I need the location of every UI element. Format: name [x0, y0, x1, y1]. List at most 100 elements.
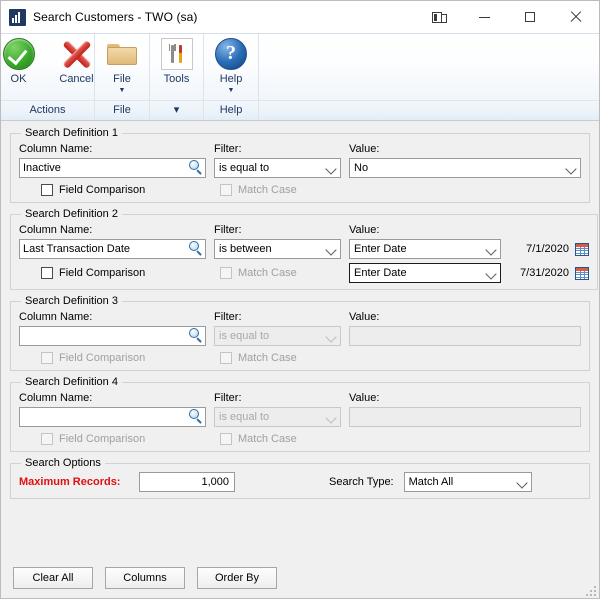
ribbon-group-label-actions: Actions — [1, 100, 94, 120]
search-definition-3: Search Definition 3 Column Name: Filter:… — [10, 295, 590, 371]
title-bar: Search Customers - TWO (sa) — [1, 1, 599, 33]
column-name-lookup-1[interactable] — [19, 158, 206, 178]
column-name-input-1[interactable] — [19, 158, 206, 178]
order-by-button[interactable]: Order By — [197, 567, 277, 589]
green-check-icon — [2, 38, 35, 70]
column-name-label-1: Column Name: — [19, 143, 93, 155]
value-date-select-2-to-value: Enter Date — [354, 267, 407, 279]
search-options-group: Search Options Maximum Records: Search T… — [10, 457, 590, 499]
search-definition-2-legend: Search Definition 2 — [25, 208, 118, 220]
checkbox-box — [41, 184, 53, 196]
value-label-4: Value: — [349, 392, 380, 404]
search-definition-4-legend: Search Definition 4 — [25, 376, 118, 388]
filter-label-2: Filter: — [214, 224, 242, 236]
field-comparison-label-1: Field Comparison — [59, 184, 146, 196]
chevron-down-icon — [325, 244, 337, 256]
layout-icon — [431, 11, 447, 23]
chevron-down-icon — [325, 331, 337, 343]
value-date-select-2-from[interactable]: Enter Date — [349, 239, 501, 259]
column-name-lookup-3[interactable] — [19, 326, 206, 346]
filter-label-3: Filter: — [214, 311, 242, 323]
value-input-3 — [349, 326, 581, 346]
match-case-checkbox-2: Match Case — [214, 267, 341, 279]
help-button-label: Help — [219, 73, 243, 85]
help-dropdown-arrow-icon[interactable]: ▼ — [228, 87, 235, 94]
field-comparison-checkbox-4: Field Comparison — [19, 433, 206, 445]
cancel-button-label: Cancel — [59, 73, 94, 85]
match-case-label-2: Match Case — [238, 267, 297, 279]
maximum-records-input[interactable] — [139, 472, 235, 492]
clear-all-button[interactable]: Clear All — [13, 567, 93, 589]
search-options-legend: Search Options — [25, 457, 101, 469]
column-name-lookup-2[interactable] — [19, 239, 206, 259]
checkbox-box — [220, 433, 232, 445]
match-case-checkbox-3: Match Case — [214, 352, 341, 364]
red-x-icon — [61, 38, 93, 70]
ribbon-group-label-tools[interactable]: ▾ — [150, 100, 203, 120]
maximum-records-label: Maximum Records: — [19, 476, 121, 488]
ok-button[interactable]: OK — [0, 38, 48, 85]
match-case-label-3: Match Case — [238, 352, 297, 364]
column-name-input-3[interactable] — [19, 326, 206, 346]
file-button[interactable]: File ▼ — [93, 38, 151, 94]
search-type-label: Search Type: — [329, 476, 394, 488]
search-definition-2: Search Definition 2 Column Name: Filter:… — [10, 208, 598, 290]
calendar-icon[interactable] — [575, 266, 589, 280]
column-name-input-2[interactable] — [19, 239, 206, 259]
filter-select-1[interactable]: is equal to — [214, 158, 341, 178]
checkbox-box — [41, 352, 53, 364]
ribbon-group-label-help: Help — [204, 100, 258, 120]
minimize-icon — [478, 16, 490, 18]
field-comparison-checkbox-2[interactable]: Field Comparison — [19, 267, 206, 279]
filter-select-4: is equal to — [214, 407, 341, 427]
field-comparison-checkbox-3: Field Comparison — [19, 352, 206, 364]
checkbox-box — [41, 433, 53, 445]
resize-grip[interactable] — [584, 584, 596, 596]
search-definition-1-legend: Search Definition 1 — [25, 127, 118, 139]
search-definition-3-legend: Search Definition 3 — [25, 295, 118, 307]
search-definitions-area: Search Definition 1 Column Name: Filter:… — [1, 121, 599, 558]
column-name-lookup-4[interactable] — [19, 407, 206, 427]
value-label-2: Value: — [349, 224, 380, 236]
minimize-button[interactable] — [461, 1, 507, 33]
column-name-input-4[interactable] — [19, 407, 206, 427]
file-dropdown-arrow-icon[interactable]: ▼ — [119, 87, 126, 94]
chevron-down-icon — [565, 163, 577, 175]
value-date-select-2-from-value: Enter Date — [354, 243, 407, 255]
value-input-4 — [349, 407, 581, 427]
value-date-select-2-to[interactable]: Enter Date — [349, 263, 501, 283]
filter-select-2[interactable]: is between — [214, 239, 341, 259]
close-icon — [570, 11, 582, 23]
column-name-label-2: Column Name: — [19, 224, 93, 236]
search-definition-4: Search Definition 4 Column Name: Filter:… — [10, 376, 590, 452]
field-comparison-checkbox-1[interactable]: Field Comparison — [19, 184, 206, 196]
search-type-select[interactable]: Match All — [403, 472, 532, 492]
tools-button[interactable]: Tools — [148, 38, 206, 85]
value-label-3: Value: — [349, 311, 380, 323]
layout-button[interactable] — [417, 1, 461, 33]
date-to-group[interactable]: 7/31/2020 — [507, 266, 589, 280]
chevron-down-icon — [325, 412, 337, 424]
checkbox-box — [220, 352, 232, 364]
calendar-icon[interactable] — [575, 242, 589, 256]
search-customers-window: Search Customers - TWO (sa) OK Cancel Ac… — [0, 0, 600, 599]
close-button[interactable] — [553, 1, 599, 33]
column-name-label-4: Column Name: — [19, 392, 93, 404]
maximize-icon — [525, 12, 535, 22]
ribbon-group-tools: Tools ▾ — [149, 34, 203, 120]
tools-button-label: Tools — [163, 73, 190, 85]
maximize-button[interactable] — [507, 1, 553, 33]
ribbon-filler — [258, 34, 599, 120]
file-button-label: File — [113, 73, 131, 85]
columns-button[interactable]: Columns — [105, 567, 185, 589]
checkbox-box — [220, 267, 232, 279]
date-from-group[interactable]: 7/1/2020 — [507, 242, 589, 256]
search-definition-1: Search Definition 1 Column Name: Filter:… — [10, 127, 590, 203]
chevron-down-icon — [515, 477, 528, 489]
help-button[interactable]: ? Help ▼ — [202, 38, 260, 94]
match-case-checkbox-4: Match Case — [214, 433, 341, 445]
chart-icon — [9, 8, 26, 26]
value-label-1: Value: — [349, 143, 380, 155]
help-icon: ? — [215, 38, 247, 70]
value-select-1[interactable]: No — [349, 158, 581, 178]
